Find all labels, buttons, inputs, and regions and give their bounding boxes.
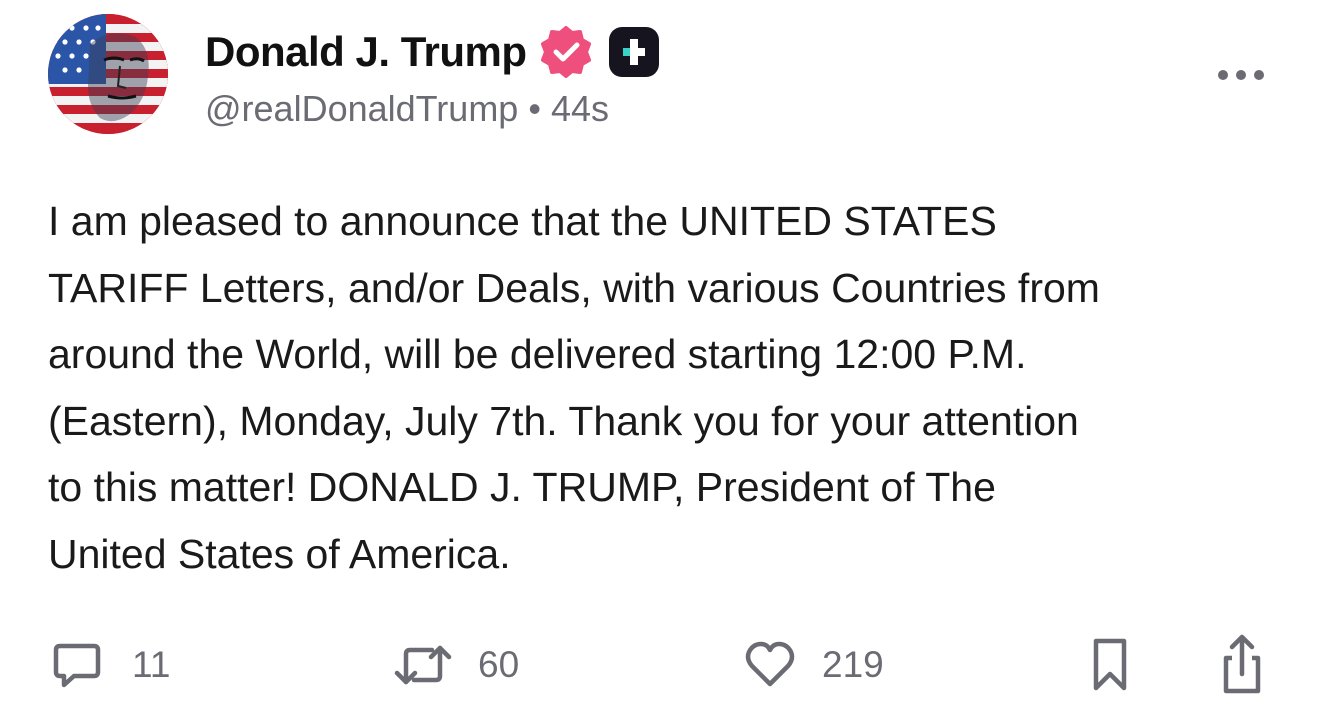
reply-count: 11 xyxy=(132,644,171,685)
share-icon xyxy=(1223,634,1261,694)
author-handle-row: @realDonaldTrump • 44s xyxy=(205,88,609,130)
post-text-line: (Eastern), Monday, July 7th. Thank you f… xyxy=(48,397,1079,444)
retruth-count: 60 xyxy=(478,644,520,685)
avatar-flag-portrait-image xyxy=(48,14,168,134)
like-count: 219 xyxy=(822,644,884,685)
bookmark-button[interactable] xyxy=(1090,630,1130,700)
post-text-line: I am pleased to announce that the UNITED… xyxy=(48,198,997,244)
post-text-line: to this matter! DONALD J. TRUMP, Preside… xyxy=(48,464,996,510)
retruth-button[interactable]: 60 xyxy=(392,630,519,700)
post-body: I am pleased to announce that the UNITED… xyxy=(48,188,1288,587)
heart-icon xyxy=(745,641,795,687)
author-name-row: Donald J. Trump xyxy=(205,26,661,78)
like-button[interactable]: 219 xyxy=(742,630,884,700)
verified-badge-icon xyxy=(539,25,593,79)
speech-bubble-icon xyxy=(53,643,101,688)
truth-plus-badge-icon xyxy=(607,25,661,79)
ellipsis-icon xyxy=(1218,70,1264,80)
avatar[interactable] xyxy=(48,14,168,134)
bookmark-icon xyxy=(1093,638,1127,691)
reply-button[interactable]: 11 xyxy=(50,630,170,700)
truth-post: Donald J. Trump @realDonaldTrump • 44s I… xyxy=(0,0,1320,725)
post-text-line: TARIFF Letters, and/or Deals, with vario… xyxy=(48,264,1100,311)
repost-arrows-icon xyxy=(394,645,452,685)
post-text-line: United States of America. xyxy=(48,530,511,577)
post-timestamp[interactable]: 44s xyxy=(551,88,609,130)
author-handle[interactable]: @realDonaldTrump xyxy=(205,88,518,130)
post-text-line: around the World, will be delivered star… xyxy=(48,331,1027,377)
more-options-button[interactable] xyxy=(1214,60,1268,90)
share-button[interactable] xyxy=(1218,630,1266,700)
post-action-bar: 11 60 219 xyxy=(0,630,1320,700)
author-display-name[interactable]: Donald J. Trump xyxy=(205,28,527,76)
separator-dot: • xyxy=(528,88,541,129)
